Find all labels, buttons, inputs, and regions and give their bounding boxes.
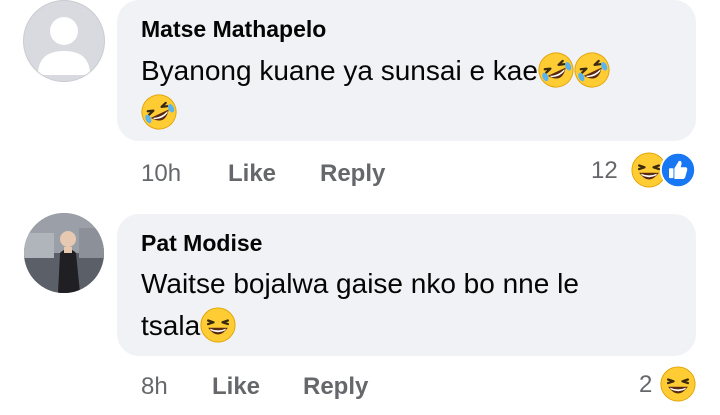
rolling-laughing-emoji [538, 52, 574, 88]
reply-button[interactable]: Reply [303, 373, 368, 401]
avatar[interactable] [24, 213, 104, 293]
person-silhouette-icon [38, 17, 90, 75]
comment-author[interactable]: Pat Modise [141, 230, 262, 257]
comment-text-line: Waitse bojalwa gaise nko bo nne le [141, 268, 579, 299]
laughing-emoji [200, 307, 236, 343]
like-button[interactable]: Like [212, 373, 260, 401]
rolling-laughing-emoji [141, 94, 177, 130]
avatar-placeholder[interactable] [23, 0, 105, 82]
profile-photo-icon [24, 213, 104, 293]
comment-timestamp[interactable]: 10h [141, 160, 181, 188]
comment-text-line-2: tsala [141, 305, 236, 347]
reaction-count[interactable]: 2 [639, 371, 652, 399]
rolling-laughing-emoji [574, 52, 610, 88]
thumbs-up-icon[interactable] [660, 152, 696, 188]
comment-text: Byanong kuane ya sunsai e kae [141, 50, 610, 92]
comment-timestamp[interactable]: 8h [141, 373, 168, 401]
laughing-face-icon[interactable] [660, 366, 696, 402]
comment-text-line: Byanong kuane ya sunsai e kae [141, 55, 538, 86]
comment-text-word: tsala [141, 310, 201, 341]
reaction-count[interactable]: 12 [591, 157, 618, 185]
comment-author[interactable]: Matse Mathapelo [141, 16, 326, 43]
comment-text-line-2 [141, 92, 177, 134]
reply-button[interactable]: Reply [320, 160, 385, 188]
like-button[interactable]: Like [228, 160, 276, 188]
